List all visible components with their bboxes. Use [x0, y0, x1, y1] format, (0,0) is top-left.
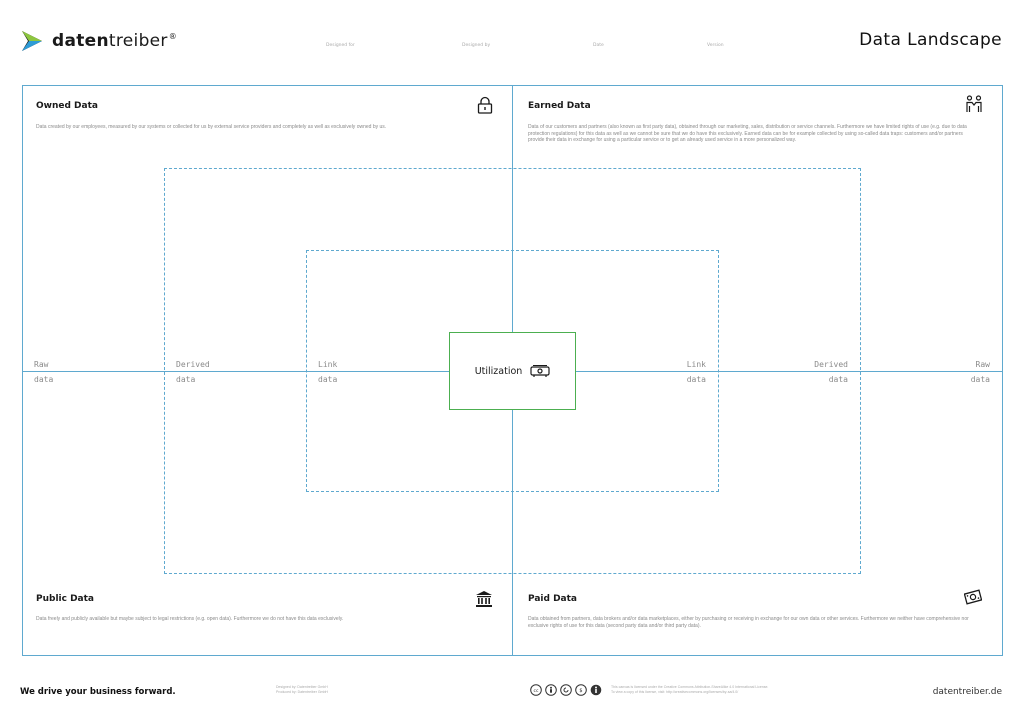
by-icon [545, 684, 557, 696]
credit-line-2: Produced by: Datentreiber GmbH [276, 689, 328, 694]
derived-data-left-label-bottom: data [176, 375, 196, 384]
bank-icon [476, 591, 492, 607]
paid-data-title: Paid Data [528, 594, 578, 604]
derived-data-right-label-bottom: data [828, 375, 848, 384]
cc-icon: cc [530, 684, 542, 696]
public-data-title: Public Data [36, 594, 95, 604]
link-data-right-label-bottom: data [686, 375, 706, 384]
license-line-2: To view a copy of this license, visit: h… [611, 689, 739, 694]
raw-data-left-label-top: Raw [34, 360, 49, 369]
raw-data-right-label-top: Raw [975, 360, 990, 369]
utilization-box: Utilization [449, 332, 576, 410]
derived-data-right-label-top: Derived [814, 360, 848, 369]
version-label: Version [707, 43, 724, 48]
raw-data-left-label-bottom: data [34, 375, 54, 384]
footer-website-link[interactable]: datentreiber.de [933, 687, 1002, 697]
public-data-description: Data freely and publicly available but m… [36, 616, 344, 622]
footer-license: This canvas is licensed under the Creati… [611, 685, 801, 694]
raw-data-right-label-bottom: data [970, 375, 990, 384]
svg-text:cc: cc [534, 689, 539, 694]
owned-data-description: Data created by our employees, measured … [36, 124, 387, 130]
owned-data-title: Owned Data [36, 101, 98, 111]
link-data-left-label-top: Link [318, 360, 338, 369]
designed-for-label: Designed for [326, 43, 355, 48]
designed-by-label: Designed by [462, 43, 491, 48]
footer-tagline: We drive your business forward. [20, 687, 176, 697]
earned-data-description: Data of our customers and partners (also… [528, 124, 967, 143]
money-icon [964, 589, 982, 605]
handshake-people-icon [966, 95, 982, 112]
link-data-left-label-bottom: data [318, 375, 338, 384]
lock-icon [477, 96, 493, 114]
link-data-right-label-top: Link [686, 360, 706, 369]
logo-arrow-icon [22, 31, 42, 51]
sa-icon [560, 684, 572, 696]
svg-text:$: $ [579, 688, 582, 694]
derived-data-left-label-top: Derived [176, 360, 210, 369]
projector-icon [530, 365, 550, 377]
nc-icon: $ [575, 684, 587, 696]
license-icons: cc $ [530, 684, 602, 696]
utilization-label: Utilization [474, 365, 523, 377]
footer-credit: Designed by: Datentreiber GmbH Produced … [276, 685, 328, 694]
earned-data-title: Earned Data [528, 101, 591, 111]
person-icon [590, 684, 602, 696]
logo-wordmark: datentreiber® [52, 31, 178, 51]
brand-logo: datentreiber® [20, 26, 177, 56]
page-title: Data Landscape [859, 30, 1002, 50]
credit-line-1: Designed by: Datentreiber GmbH [276, 685, 328, 689]
paid-data-description: Data obtained from partners, data broker… [528, 616, 969, 629]
date-label: Date [593, 43, 604, 48]
